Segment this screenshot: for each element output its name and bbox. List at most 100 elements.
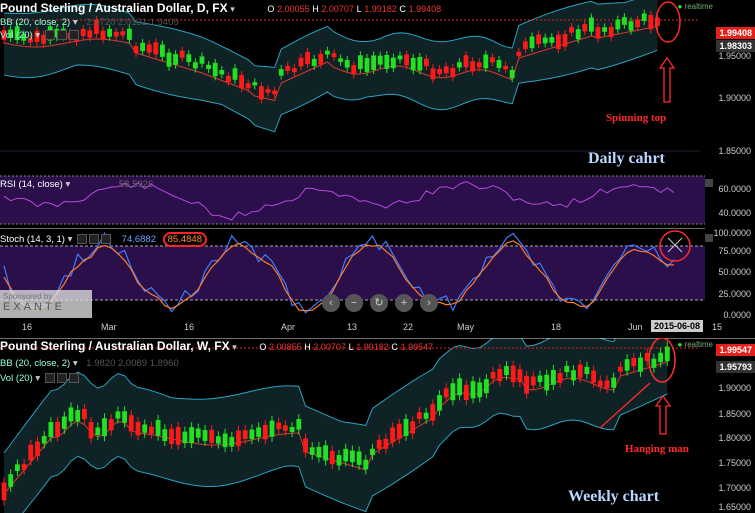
close-icon[interactable]: [101, 234, 112, 245]
open-value: 2.00855: [269, 342, 302, 352]
candle-body: [276, 422, 282, 430]
candle-body: [371, 55, 376, 71]
dropdown-icon[interactable]: ▾: [73, 17, 78, 28]
candle-body: [424, 58, 429, 67]
dropdown-icon[interactable]: ▾: [35, 373, 40, 384]
current-price-tag: 1.99547: [716, 344, 755, 356]
dropdown-icon[interactable]: ▾: [68, 234, 73, 245]
candle-body: [249, 429, 255, 440]
stochastic-pane[interactable]: Stoch (14, 3, 1) ▾ 74.6882 85.4848 100.0…: [0, 228, 755, 320]
date-label: Mar: [101, 322, 117, 332]
candle-body: [316, 446, 322, 458]
dropdown-icon[interactable]: ▾: [35, 30, 40, 41]
candle-body: [530, 376, 536, 386]
weekly-bb-legend[interactable]: BB (20, close, 2) ▾ 1.9820 2.0089 1.8960: [0, 358, 179, 369]
open-value: 2.00055: [277, 4, 310, 14]
close-value: 1.99547: [400, 342, 434, 352]
candle-body: [252, 82, 258, 86]
candle-body: [329, 450, 335, 465]
dropdown-icon[interactable]: ▾: [65, 179, 70, 190]
weekly-title[interactable]: Pound Sterling / Australian Dollar, W, F…: [0, 339, 230, 353]
daily-vol-legend[interactable]: Vol (20) ▾: [0, 30, 79, 41]
candle-body: [624, 359, 630, 371]
weekly-vol-legend[interactable]: Vol (20) ▾: [0, 373, 79, 384]
candle-body: [226, 75, 231, 83]
weekly-chart-name: Weekly chart: [568, 488, 660, 505]
scroll-left-button[interactable]: ‹: [322, 294, 340, 312]
price-axis-label: 1.85000: [718, 409, 751, 419]
date-axis[interactable]: 16 Mar 16 Apr 13 22 May 18 Jun 2015-06-0…: [0, 320, 755, 336]
candle-body: [595, 27, 601, 39]
candle-body: [562, 34, 568, 47]
secondary-price-tag: 1.95793: [716, 361, 755, 373]
candle-body: [477, 382, 483, 398]
candle-body: [336, 455, 342, 466]
candle-body: [212, 62, 218, 77]
stoch-axis-label: 25.0000: [718, 289, 751, 299]
candle-body: [556, 34, 561, 50]
rsi-pane[interactable]: RSI (14, close) ▾ 58.5926 60.0000 40.000…: [0, 173, 755, 227]
candle-body: [503, 65, 508, 70]
date-label: 15: [712, 322, 723, 332]
weekly-chart-pane[interactable]: Pound Sterling / Australian Dollar, W, F…: [0, 338, 755, 513]
candle-body: [457, 62, 462, 68]
high-value: 2.00707: [313, 342, 346, 352]
candle-body: [189, 427, 194, 444]
up-arrow-icon: [658, 56, 676, 103]
daily-bb-legend[interactable]: BB (20, close, 2) ▾ 2.0720 2.0131 1.9409: [0, 17, 179, 28]
settings-icon[interactable]: [44, 30, 55, 41]
candle-body: [470, 61, 475, 72]
candle-body: [638, 357, 643, 372]
rsi-legend[interactable]: RSI (14, close) ▾ 58.5926: [0, 179, 153, 190]
settings-icon[interactable]: [44, 373, 55, 384]
candle-body: [404, 54, 409, 66]
candle-body: [483, 54, 489, 69]
sponsor-box[interactable]: Sponsored by EXANTE: [0, 290, 92, 318]
stoch-axis-label: 75.0000: [718, 246, 751, 256]
candle-body: [651, 358, 657, 368]
visibility-icon[interactable]: [89, 234, 100, 245]
candle-body: [120, 31, 126, 36]
reset-button[interactable]: ↻: [370, 294, 388, 312]
visibility-icon[interactable]: [56, 30, 67, 41]
candle-body: [430, 404, 436, 421]
candle-body: [631, 358, 637, 367]
scroll-right-button[interactable]: ›: [420, 294, 438, 312]
candle-body: [199, 56, 205, 64]
collapse-icon[interactable]: [705, 234, 713, 242]
zoom-in-button[interactable]: +: [395, 294, 413, 312]
candle-body: [569, 27, 574, 33]
candle-body: [283, 425, 288, 431]
dropdown-icon[interactable]: ▾: [230, 4, 235, 14]
date-label: May: [457, 322, 475, 332]
candle-body: [591, 370, 596, 383]
dropdown-icon[interactable]: ▾: [232, 342, 237, 352]
close-icon[interactable]: [68, 30, 79, 41]
daily-chart-pane[interactable]: Pound Sterling / Australian Dollar, D, F…: [0, 0, 755, 172]
candle-body: [490, 372, 496, 379]
stoch-legend[interactable]: Stoch (14, 3, 1) ▾ 74.6882 85.4848: [0, 232, 207, 247]
stoch-k-value: 74.6882: [121, 234, 156, 245]
sponsor-brand: EXANTE: [3, 301, 66, 313]
chevron-right-icon: ›: [427, 297, 431, 309]
bb-label: BB (20, close, 2): [0, 358, 71, 369]
candle-body: [536, 34, 541, 45]
dropdown-icon[interactable]: ▾: [73, 358, 78, 369]
candle-body: [350, 450, 355, 463]
daily-title[interactable]: Pound Sterling / Australian Dollar, D, F…: [0, 1, 228, 15]
reset-icon: ↻: [374, 297, 384, 309]
candle-body: [376, 439, 382, 449]
vol-label: Vol (20): [0, 30, 33, 41]
candle-body: [338, 58, 343, 62]
collapse-icon[interactable]: [705, 179, 713, 187]
zoom-out-button[interactable]: −: [345, 294, 363, 312]
candle-body: [463, 384, 469, 401]
settings-icon[interactable]: [77, 234, 88, 245]
candle-body: [410, 57, 416, 71]
chevron-left-icon: ‹: [329, 297, 333, 309]
candle-body: [68, 407, 74, 422]
daily-header: Pound Sterling / Australian Dollar, D, F…: [0, 1, 441, 15]
visibility-icon[interactable]: [56, 373, 67, 384]
close-icon[interactable]: [68, 373, 79, 384]
candle-body: [618, 366, 623, 372]
